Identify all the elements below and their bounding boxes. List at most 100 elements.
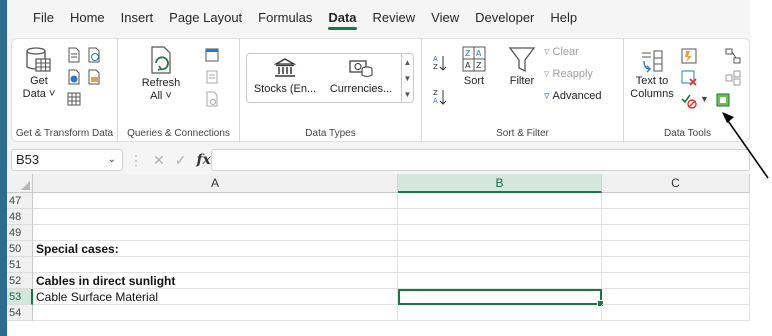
reapply-button[interactable]: ▿ Reapply	[544, 67, 593, 81]
consolidate-icon[interactable]	[714, 91, 732, 109]
bank-icon	[273, 58, 297, 77]
worksheet-grid[interactable]: A B C 47 48 49 50 Special cases: 51 52 C…	[7, 174, 750, 336]
tab-page-layout[interactable]: Page Layout	[161, 0, 250, 36]
svg-text:A: A	[433, 55, 438, 63]
tab-review[interactable]: Review	[365, 0, 424, 36]
get-data-label-2: Data ˅	[22, 88, 56, 100]
cell-b52[interactable]	[398, 273, 602, 289]
from-web-icon[interactable]	[86, 47, 102, 63]
column-header-a[interactable]: A	[33, 174, 398, 193]
column-header-b[interactable]: B	[398, 174, 602, 193]
relationships-icon[interactable]	[724, 47, 742, 65]
sort-descending-icon[interactable]: Z A	[432, 87, 448, 107]
group-queries-connections: Refresh All ˅ Queries & Connections	[118, 39, 240, 143]
more-icon[interactable]: ▼	[404, 90, 412, 99]
row-header[interactable]: 53	[7, 289, 33, 305]
currencies-button[interactable]: Currencies...	[325, 56, 397, 95]
cell-c47[interactable]	[602, 193, 750, 209]
cell-c50[interactable]	[602, 241, 750, 257]
tab-data[interactable]: Data	[320, 0, 364, 36]
tab-view[interactable]: View	[423, 0, 467, 36]
manage-data-model-icon[interactable]	[724, 69, 742, 87]
row-header[interactable]: 51	[7, 257, 33, 273]
window-left-edge	[0, 0, 7, 336]
column-header-c[interactable]: C	[602, 174, 750, 193]
formula-input[interactable]	[211, 149, 750, 171]
stocks-button[interactable]: Stocks (En...	[249, 56, 321, 95]
tab-help[interactable]: Help	[542, 0, 585, 36]
data-validation-icon[interactable]	[680, 91, 698, 109]
cell-c49[interactable]	[602, 225, 750, 241]
gallery-scroll[interactable]: ▲ ▼ ▼	[401, 54, 413, 102]
ribbon-tabs: File Home Insert Page Layout Formulas Da…	[7, 0, 750, 36]
text-to-columns-label-2: Columns	[630, 88, 674, 100]
data-types-gallery: Stocks (En... Currencies... ▲ ▼ ▼	[246, 53, 414, 103]
cell-a53[interactable]: Cable Surface Material	[33, 289, 398, 305]
tab-home[interactable]: Home	[62, 0, 113, 36]
queries-connections-icon[interactable]	[204, 47, 220, 63]
recent-sources-icon[interactable]	[86, 69, 102, 85]
tab-developer[interactable]: Developer	[467, 0, 542, 36]
select-all-corner[interactable]	[7, 174, 33, 193]
text-to-columns-icon	[642, 50, 663, 73]
clear-filter-button[interactable]: ▿ Clear	[544, 45, 579, 59]
group-get-transform: Get Data ˅ Get & Transform Data	[12, 39, 118, 143]
tab-insert[interactable]: Insert	[113, 0, 162, 36]
name-box[interactable]: B53 ⌄	[11, 149, 123, 171]
clear-label: Clear	[552, 45, 579, 58]
cell-b49[interactable]	[398, 225, 602, 241]
cell-a54[interactable]	[33, 305, 398, 321]
from-text-icon[interactable]	[66, 47, 82, 63]
row-header[interactable]: 52	[7, 273, 33, 289]
advanced-filter-button[interactable]: ▿ Advanced	[544, 89, 601, 103]
cell-b54[interactable]	[398, 305, 602, 321]
cell-a50[interactable]: Special cases:	[33, 241, 398, 257]
remove-duplicates-icon[interactable]	[680, 69, 698, 87]
cell-a47[interactable]	[33, 193, 398, 209]
chevron-down-icon[interactable]: ⌄	[108, 150, 116, 170]
tab-formulas[interactable]: Formulas	[250, 0, 320, 36]
filter-button[interactable]: Filter	[506, 45, 538, 88]
existing-connections-icon[interactable]	[66, 91, 82, 107]
sort-button[interactable]: Z A A Z Sort	[458, 45, 490, 88]
cell-c48[interactable]	[602, 209, 750, 225]
row-header[interactable]: 47	[7, 193, 33, 209]
row-header[interactable]: 49	[7, 225, 33, 241]
tab-file[interactable]: File	[25, 0, 62, 36]
cell-a52[interactable]: Cables in direct sunlight	[33, 273, 398, 289]
row-header[interactable]: 54	[7, 305, 33, 321]
table-row: 48	[7, 209, 750, 225]
cell-c54[interactable]	[602, 305, 750, 321]
sort-ascending-icon[interactable]: A Z	[432, 53, 448, 73]
row-header[interactable]: 48	[7, 209, 33, 225]
cell-b47[interactable]	[398, 193, 602, 209]
cell-b51[interactable]	[398, 257, 602, 273]
cell-a49[interactable]	[33, 225, 398, 241]
enter-icon[interactable]: ✓	[175, 152, 187, 169]
table-row: 51	[7, 257, 750, 273]
cell-a51[interactable]	[33, 257, 398, 273]
text-to-columns-button[interactable]: Text to Columns	[630, 49, 674, 101]
cell-b53-active[interactable]	[398, 289, 604, 307]
cancel-icon[interactable]: ✕	[153, 152, 165, 169]
cell-c52[interactable]	[602, 273, 750, 289]
chevron-up-icon[interactable]: ▲	[404, 58, 412, 67]
get-data-button[interactable]: Get Data ˅	[20, 45, 58, 101]
flash-fill-icon[interactable]	[680, 47, 698, 65]
insert-function-icon[interactable]: fx	[196, 152, 210, 168]
from-table-icon[interactable]	[66, 69, 82, 85]
chevron-down-icon[interactable]: ▼	[404, 74, 412, 83]
database-table-icon	[26, 47, 51, 72]
edit-links-icon	[206, 91, 218, 107]
row-header[interactable]: 50	[7, 241, 33, 257]
formula-bar-buttons: ⋮ ✕ ✓ fx	[129, 149, 211, 171]
data-validation-dropdown-icon[interactable]: ▼	[700, 94, 709, 104]
refresh-all-button[interactable]: Refresh All ˅	[136, 45, 186, 103]
cell-b50[interactable]	[398, 241, 602, 257]
cell-b48[interactable]	[398, 209, 602, 225]
cell-c53[interactable]	[602, 289, 750, 305]
cell-a48[interactable]	[33, 209, 398, 225]
properties-icon	[206, 70, 218, 84]
formula-bar: B53 ⌄ ⋮ ✕ ✓ fx	[7, 146, 750, 172]
cell-c51[interactable]	[602, 257, 750, 273]
